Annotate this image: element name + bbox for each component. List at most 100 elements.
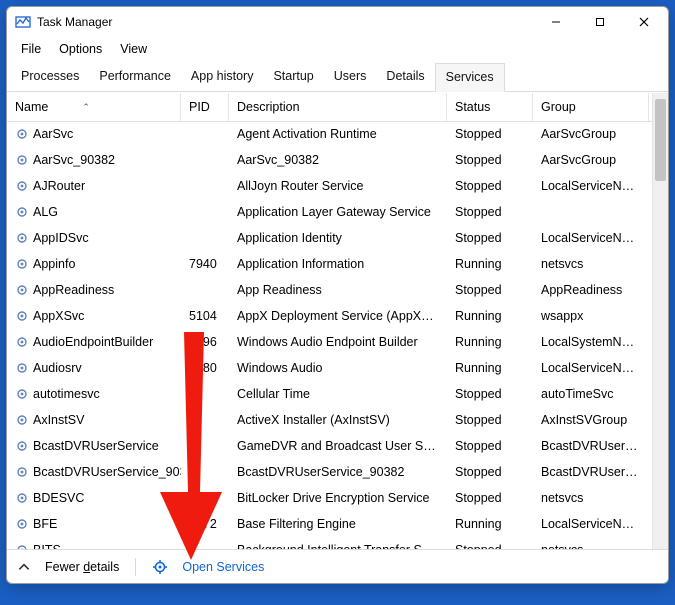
service-pid: [181, 408, 229, 433]
service-group: AarSvcGroup: [533, 122, 649, 147]
service-status: Stopped: [447, 382, 533, 407]
table-row[interactable]: BDESVCBitLocker Drive Encryption Service…: [7, 486, 652, 512]
table-row[interactable]: Audiosrv2580Windows AudioRunningLocalSer…: [7, 356, 652, 382]
menu-file[interactable]: File: [13, 39, 49, 59]
maximize-button[interactable]: [578, 8, 622, 36]
table-row[interactable]: AJRouterAllJoyn Router ServiceStoppedLoc…: [7, 174, 652, 200]
service-name: autotimesvc: [33, 387, 100, 401]
service-group: BcastDVRUserS…: [533, 434, 649, 459]
table-row[interactable]: BcastDVRUserServiceGameDVR and Broadcast…: [7, 434, 652, 460]
service-group: [533, 200, 649, 225]
service-group: LocalServiceNet…: [533, 226, 649, 251]
service-status: Stopped: [447, 434, 533, 459]
service-name: BDESVC: [33, 491, 84, 505]
tab-performance[interactable]: Performance: [89, 63, 181, 91]
service-status: Stopped: [447, 486, 533, 511]
service-desc: Application Layer Gateway Service: [229, 200, 447, 225]
tab-startup[interactable]: Startup: [263, 63, 323, 91]
service-name: AudioEndpointBuilder: [33, 335, 153, 349]
gear-icon: [15, 309, 29, 323]
service-desc: Windows Audio Endpoint Builder: [229, 330, 447, 355]
gear-icon: [15, 413, 29, 427]
titlebar[interactable]: Task Manager: [7, 7, 668, 37]
tab-apphistory[interactable]: App history: [181, 63, 264, 91]
service-pid: 2580: [181, 356, 229, 381]
service-group: netsvcs: [533, 486, 649, 511]
service-status: Stopped: [447, 200, 533, 225]
table-row[interactable]: autotimesvc Cellular TimeStoppedautoTimeS…: [7, 382, 652, 408]
gear-icon: [15, 387, 29, 401]
service-desc: App Readiness: [229, 278, 447, 303]
service-status: Stopped: [447, 148, 533, 173]
service-status: Running: [447, 356, 533, 381]
table-row[interactable]: ALGApplication Layer Gateway ServiceStop…: [7, 200, 652, 226]
service-desc: Base Filtering Engine: [229, 512, 447, 537]
service-group: AarSvcGroup: [533, 148, 649, 173]
services-icon: [152, 559, 168, 575]
menu-view[interactable]: View: [112, 39, 155, 59]
service-status: Stopped: [447, 460, 533, 485]
table-row[interactable]: Appinfo7940Application InformationRunnin…: [7, 252, 652, 278]
table-row[interactable]: AppXSvc5104AppX Deployment Service (AppX…: [7, 304, 652, 330]
service-group: AppReadiness: [533, 278, 649, 303]
fewer-details-link[interactable]: Fewer details: [45, 560, 119, 574]
footer-separator: [135, 558, 136, 576]
table-row[interactable]: AppReadinessApp ReadinessStoppedAppReadi…: [7, 278, 652, 304]
service-name: BcastDVRUserService: [33, 439, 159, 453]
tab-services[interactable]: Services: [435, 63, 505, 92]
table-row[interactable]: AarSvcAgent Activation RuntimeStoppedAar…: [7, 122, 652, 148]
service-group: BcastDVRUserS…: [533, 460, 649, 485]
service-desc: AarSvc_90382: [229, 148, 447, 173]
table-row[interactable]: AarSvc_90382AarSvc_90382StoppedAarSvcGro…: [7, 148, 652, 174]
service-status: Stopped: [447, 278, 533, 303]
service-pid: [181, 174, 229, 199]
service-pid: [181, 148, 229, 173]
table-row[interactable]: AppIDSvcApplication IdentityStoppedLocal…: [7, 226, 652, 252]
service-desc: AllJoyn Router Service: [229, 174, 447, 199]
service-group: LocalServiceNet…: [533, 174, 649, 199]
service-status: Stopped: [447, 122, 533, 147]
table-row[interactable]: BITSBackground Intelligent Transfer Serv…: [7, 538, 652, 549]
col-header-description[interactable]: Description: [229, 93, 447, 121]
table-row[interactable]: BcastDVRUserService_90382BcastDVRUserSer…: [7, 460, 652, 486]
col-header-status[interactable]: Status: [447, 93, 533, 121]
gear-icon: [15, 257, 29, 271]
vertical-scrollbar[interactable]: [652, 93, 668, 549]
service-group: netsvcs: [533, 538, 649, 549]
service-group: autoTimeSvc: [533, 382, 649, 407]
task-manager-window: Task Manager File Options View Processes…: [6, 6, 669, 584]
col-header-pid[interactable]: PID: [181, 93, 229, 121]
gear-icon: [15, 205, 29, 219]
service-pid: [181, 460, 229, 485]
tab-processes[interactable]: Processes: [11, 63, 89, 91]
service-name: AppXSvc: [33, 309, 84, 323]
service-name: AJRouter: [33, 179, 85, 193]
gear-icon: [15, 491, 29, 505]
service-status: Running: [447, 252, 533, 277]
service-name: AppReadiness: [33, 283, 114, 297]
service-pid: [181, 200, 229, 225]
scrollbar-thumb[interactable]: [655, 99, 666, 181]
minimize-button[interactable]: [534, 8, 578, 36]
service-desc: BcastDVRUserService_90382: [229, 460, 447, 485]
gear-icon: [15, 439, 29, 453]
table-row[interactable]: AxInstSVActiveX Installer (AxInstSV)Stop…: [7, 408, 652, 434]
tab-users[interactable]: Users: [324, 63, 377, 91]
service-status: Running: [447, 330, 533, 355]
service-pid: [181, 434, 229, 459]
col-header-name[interactable]: Name⌃: [7, 93, 181, 121]
tab-details[interactable]: Details: [376, 63, 434, 91]
table-row[interactable]: AudioEndpointBuilder2796Windows Audio En…: [7, 330, 652, 356]
menu-options[interactable]: Options: [51, 39, 110, 59]
table-row[interactable]: BFE3972Base Filtering EngineRunningLocal…: [7, 512, 652, 538]
col-header-group[interactable]: Group: [533, 93, 649, 121]
service-pid: [181, 226, 229, 251]
service-group: LocalServiceNo…: [533, 512, 649, 537]
service-desc: Background Intelligent Transfer Service: [229, 538, 447, 549]
service-desc: Cellular Time: [229, 382, 447, 407]
close-button[interactable]: [622, 8, 666, 36]
gear-icon: [15, 283, 29, 297]
service-name: AarSvc: [33, 127, 73, 141]
open-services-link[interactable]: Open Services: [182, 560, 264, 574]
gear-icon: [15, 179, 29, 193]
